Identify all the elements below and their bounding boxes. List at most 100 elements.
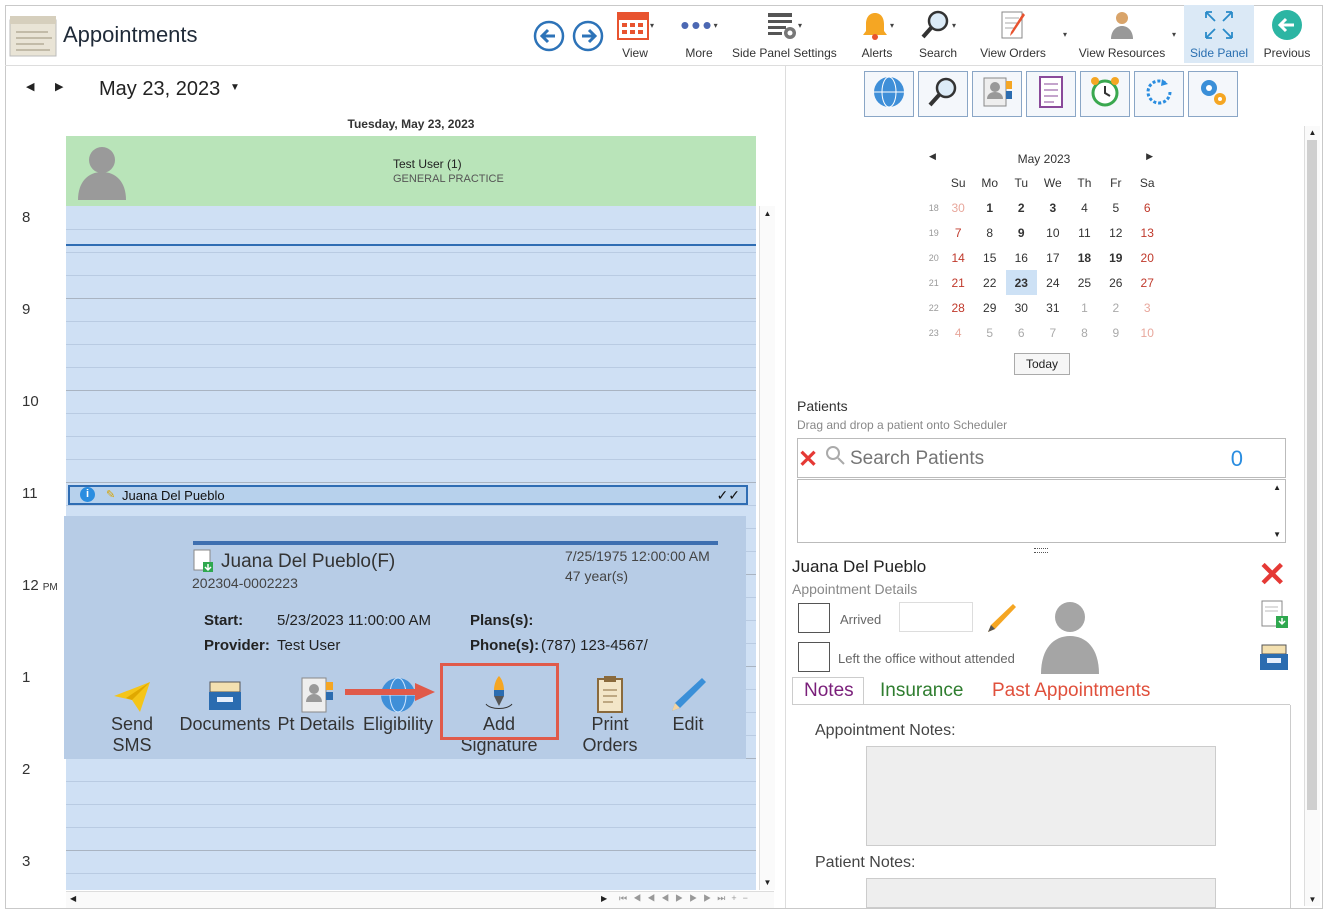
arrived-time-field[interactable] <box>899 602 973 632</box>
scheduler-horizontal-scrollbar[interactable]: ◀ ▶ ⏮◀◀◀▶▶▶⏭+− <box>66 891 774 908</box>
view-orders-dropdown[interactable]: ▾ <box>1063 30 1067 39</box>
appointment-item[interactable]: i ✎ Juana Del Pueblo ✓✓ <box>68 485 748 505</box>
clear-icon[interactable]: ✕ <box>798 445 818 474</box>
view-resources-button[interactable]: View Resources <box>1078 8 1166 60</box>
patient-card-button[interactable] <box>972 71 1022 117</box>
calendar-day[interactable]: 9 <box>1100 320 1131 345</box>
calendar-day[interactable]: 17 <box>1037 245 1069 270</box>
left-office-checkbox[interactable] <box>798 642 830 672</box>
date-selector[interactable]: May 23, 2023 <box>99 78 220 101</box>
scroll-left-icon[interactable]: ◀ <box>70 894 76 903</box>
calendar-day[interactable]: 21 <box>942 270 973 295</box>
scroll-up-icon[interactable]: ▲ <box>1305 128 1320 137</box>
calendar-day[interactable]: 8 <box>1069 320 1100 345</box>
settings-button[interactable] <box>1188 71 1238 117</box>
calendar-day[interactable]: 7 <box>1037 320 1069 345</box>
list-document-button[interactable] <box>1026 71 1076 117</box>
scroll-thumb[interactable] <box>1307 140 1317 810</box>
back-arrow-icon[interactable] <box>533 20 565 57</box>
eligibility-globe-button[interactable] <box>864 71 914 117</box>
calendar-day[interactable]: 30 <box>1006 295 1037 320</box>
appointment-notes-field[interactable] <box>866 746 1216 846</box>
patient-search-box[interactable]: ✕ 0 <box>797 438 1286 478</box>
calendar-day[interactable]: 24 <box>1037 270 1069 295</box>
calendar-day[interactable]: 2 <box>1006 195 1037 220</box>
calendar-day[interactable]: 26 <box>1100 270 1131 295</box>
prev-day-arrow-icon[interactable]: ◀ <box>26 80 34 93</box>
patients-list[interactable]: ▲ ▼ <box>797 479 1286 543</box>
scroll-up-icon[interactable]: ▲ <box>760 209 775 218</box>
arrived-checkbox[interactable] <box>798 603 830 633</box>
scheduler-vertical-scrollbar[interactable]: ▲ ▼ <box>759 206 775 890</box>
more-button[interactable]: ••• ▾ More <box>674 8 724 61</box>
documents-button[interactable]: Documents <box>179 672 271 735</box>
calendar-day[interactable]: 12 <box>1100 220 1131 245</box>
close-details-icon[interactable]: ✕ <box>1258 558 1287 592</box>
scroll-right-icon[interactable]: ▶ <box>601 894 607 903</box>
file-tray-icon[interactable] <box>1258 642 1290 677</box>
scroll-down-icon[interactable]: ▼ <box>760 878 775 887</box>
calendar-day[interactable]: 9 <box>1006 220 1037 245</box>
today-button[interactable]: Today <box>1014 353 1070 375</box>
calendar-day[interactable]: 31 <box>1037 295 1069 320</box>
calendar-day[interactable]: 14 <box>942 245 973 270</box>
view-orders-button[interactable]: View Orders <box>978 8 1048 60</box>
calendar-day[interactable]: 10 <box>1037 220 1069 245</box>
month-calendar[interactable]: ◀ May 2023 ▶ Su Mo Tu We Th Fr Sa 18 30 1 2… <box>925 150 1163 345</box>
document-download-icon[interactable] <box>1260 600 1290 635</box>
cal-next-month-icon[interactable]: ▶ <box>1146 151 1153 162</box>
tab-notes[interactable]: Notes <box>804 680 854 702</box>
scroll-down-icon[interactable]: ▼ <box>1273 530 1281 539</box>
splitter-grip[interactable] <box>1034 548 1048 553</box>
calendar-day[interactable]: 20 <box>1131 245 1163 270</box>
calendar-day[interactable]: 19 <box>1100 245 1131 270</box>
search-button[interactable]: ▾ Search <box>916 8 960 60</box>
calendar-day[interactable]: 11 <box>1069 220 1100 245</box>
pencil-edit-icon[interactable] <box>985 602 1017 639</box>
search-panel-button[interactable] <box>918 71 968 117</box>
side-panel-button[interactable]: Side Panel <box>1184 5 1254 63</box>
previous-button[interactable]: Previous <box>1262 8 1312 60</box>
calendar-day[interactable]: 3 <box>1037 195 1069 220</box>
calendar-day[interactable]: 10 <box>1131 320 1163 345</box>
view-resources-dropdown[interactable]: ▾ <box>1172 30 1176 39</box>
calendar-day[interactable]: 25 <box>1069 270 1100 295</box>
calendar-day[interactable]: 1 <box>1069 295 1100 320</box>
send-sms-button[interactable]: Send SMS <box>90 672 174 756</box>
tab-past-appointments[interactable]: Past Appointments <box>992 680 1150 702</box>
calendar-day[interactable]: 27 <box>1131 270 1163 295</box>
calendar-day[interactable]: 13 <box>1131 220 1163 245</box>
calendar-day[interactable]: 29 <box>974 295 1006 320</box>
calendar-day[interactable]: 15 <box>974 245 1006 270</box>
scroll-up-icon[interactable]: ▲ <box>1273 483 1281 492</box>
print-orders-button[interactable]: Print Orders <box>562 672 658 756</box>
search-patients-input[interactable] <box>848 445 1212 473</box>
side-panel-scrollbar[interactable]: ▲ ▼ <box>1304 126 1320 906</box>
calendar-day[interactable]: 7 <box>942 220 973 245</box>
calendar-day[interactable]: 30 <box>942 195 973 220</box>
calendar-day[interactable]: 2 <box>1100 295 1131 320</box>
alarm-clock-button[interactable] <box>1080 71 1130 117</box>
edit-button[interactable]: Edit <box>666 672 710 735</box>
calendar-day[interactable]: 5 <box>974 320 1006 345</box>
calendar-day[interactable]: 28 <box>942 295 973 320</box>
calendar-day[interactable]: 8 <box>974 220 1006 245</box>
info-icon[interactable]: i <box>80 487 95 502</box>
calendar-day[interactable]: 1 <box>974 195 1006 220</box>
calendar-day[interactable]: 23 <box>1005 270 1037 295</box>
view-button[interactable]: ▾ View <box>612 8 658 60</box>
calendar-day[interactable]: 16 <box>1006 245 1037 270</box>
tab-insurance[interactable]: Insurance <box>880 680 963 702</box>
next-day-arrow-icon[interactable]: ▶ <box>55 80 63 93</box>
calendar-day[interactable]: 4 <box>1069 195 1100 220</box>
patient-notes-field[interactable] <box>866 878 1216 908</box>
calendar-day[interactable]: 5 <box>1100 195 1131 220</box>
calendar-day[interactable]: 4 <box>942 320 973 345</box>
alerts-button[interactable]: ▾ Alerts <box>856 8 898 60</box>
scroll-down-icon[interactable]: ▼ <box>1305 895 1320 904</box>
calendar-day[interactable]: 18 <box>1069 245 1100 270</box>
calendar-day[interactable]: 22 <box>974 270 1006 295</box>
calendar-day[interactable]: 6 <box>1131 195 1163 220</box>
navigator-icons[interactable]: ⏮◀◀◀▶▶▶⏭+− <box>619 893 754 904</box>
date-dropdown-icon[interactable]: ▼ <box>230 82 240 93</box>
